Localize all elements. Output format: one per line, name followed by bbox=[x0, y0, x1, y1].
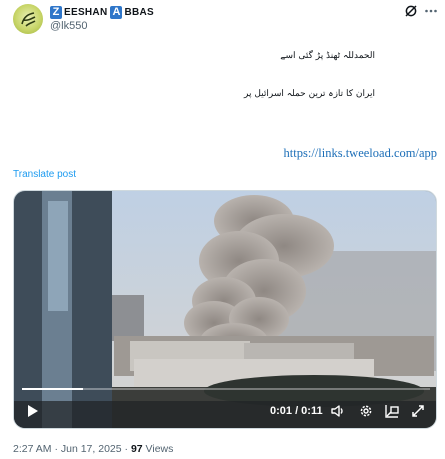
name-text: EESHAN bbox=[64, 6, 108, 18]
post-text-line: الحمدللہ ٹھنڈ پڑ گئی اسے bbox=[280, 51, 375, 61]
name-text: BBAS bbox=[124, 6, 155, 18]
post-date[interactable]: Jun 17, 2025 bbox=[61, 443, 122, 455]
grok-icon[interactable] bbox=[404, 4, 418, 18]
name-initial-box: A bbox=[110, 5, 123, 19]
gear-icon[interactable] bbox=[358, 403, 374, 419]
fullscreen-icon[interactable] bbox=[410, 403, 426, 419]
post-text-line: ایران کا تازہ ترین حملہ اسرائیل پر bbox=[243, 89, 375, 99]
name-initial-box: Z bbox=[50, 5, 62, 19]
meta-separator: · bbox=[124, 443, 129, 455]
translate-post-link[interactable]: Translate post bbox=[13, 169, 76, 180]
author-handle[interactable]: @lk550 bbox=[50, 20, 87, 32]
author-name[interactable]: Z EESHAN A BBAS bbox=[50, 5, 157, 19]
progress-fill bbox=[22, 388, 84, 390]
volume-icon[interactable] bbox=[330, 403, 346, 419]
video-player[interactable]: 0:01 / 0:11 bbox=[13, 190, 437, 429]
picture-in-picture-icon[interactable] bbox=[384, 403, 400, 419]
post-link[interactable]: https://links.tweeload.com/app bbox=[284, 146, 437, 161]
views-label: Views bbox=[145, 443, 174, 455]
more-icon[interactable] bbox=[424, 4, 438, 18]
post-time[interactable]: 2:27 AM bbox=[13, 443, 52, 455]
progress-bar[interactable] bbox=[22, 388, 430, 390]
views-count: 97 bbox=[130, 443, 143, 455]
video-time: 0:01 / 0:11 bbox=[270, 405, 323, 417]
play-icon[interactable] bbox=[24, 403, 40, 419]
video-frame bbox=[14, 191, 436, 428]
avatar[interactable] bbox=[13, 4, 43, 34]
meta-separator: · bbox=[54, 443, 58, 455]
post-meta: 2:27 AM · Jun 17, 2025 · 97 Views bbox=[13, 443, 173, 455]
